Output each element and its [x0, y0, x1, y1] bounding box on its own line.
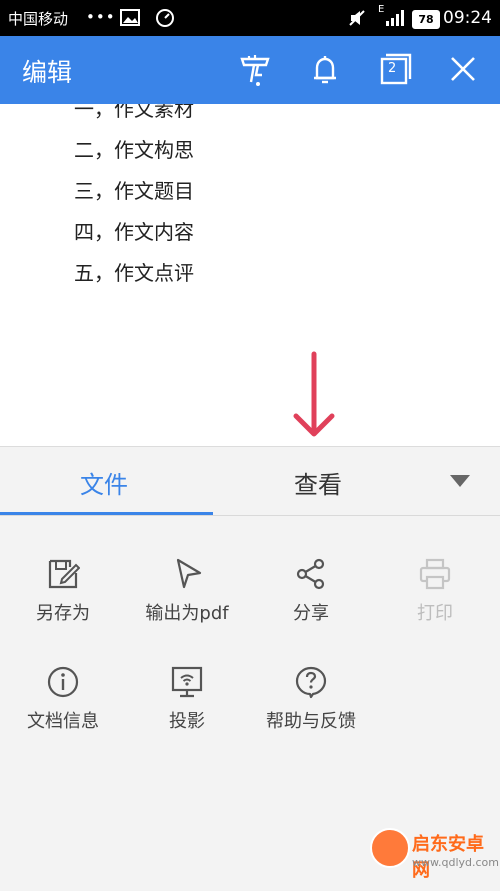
format-painter-icon — [240, 55, 270, 86]
carrier-name: 中国移动 — [8, 10, 69, 28]
help-icon — [295, 666, 327, 699]
expand-menu-button[interactable] — [450, 475, 470, 487]
save-as-button[interactable]: 另存为 — [0, 557, 128, 625]
outline-item: 五，作文点评 — [74, 261, 194, 285]
print-label: 打印 — [417, 603, 453, 624]
outline-item: 一，作文素材 — [74, 104, 194, 121]
projection-label: 投影 — [169, 711, 205, 732]
print-icon — [419, 558, 451, 590]
document-info-label: 文档信息 — [27, 711, 99, 732]
active-tab-indicator — [0, 512, 213, 515]
share-button[interactable]: 分享 — [246, 557, 376, 625]
watermark-url: www.qdlyd.com — [412, 856, 499, 869]
export-pdf-label: 输出为pdf — [145, 603, 229, 624]
gallery-icon — [120, 9, 140, 26]
close-button[interactable] — [444, 50, 484, 90]
tab-file[interactable]: 文件 — [80, 465, 128, 500]
app-bar: 编辑 2 — [0, 36, 500, 104]
export-pdf-button[interactable]: 输出为pdf — [122, 557, 252, 625]
outline-item: 二，作文构思 — [74, 138, 194, 162]
battery-level: 78 — [412, 10, 440, 29]
watermark: 启东安卓网 www.qdlyd.com — [370, 826, 500, 890]
projection-button[interactable]: 投影 — [122, 665, 252, 733]
page-title: 编辑 — [22, 58, 73, 87]
help-feedback-button[interactable]: 帮助与反馈 — [246, 665, 376, 733]
print-button[interactable]: 打印 — [370, 557, 500, 625]
bell-icon — [314, 56, 336, 84]
outline-item: 四，作文内容 — [74, 220, 194, 244]
projection-icon — [171, 666, 203, 698]
share-label: 分享 — [293, 603, 329, 624]
save-as-label: 另存为 — [36, 603, 90, 624]
network-type: E — [378, 4, 385, 15]
document-view[interactable]: 一，作文素材 二，作文构思 三，作文题目 四，作文内容 五，作文点评 — [0, 104, 500, 446]
document-info-button[interactable]: 文档信息 — [0, 665, 128, 733]
help-feedback-label: 帮助与反馈 — [266, 711, 356, 732]
info-icon — [47, 666, 79, 698]
format-painter-button[interactable] — [236, 50, 276, 90]
notifications-button[interactable] — [305, 50, 345, 90]
mute-icon — [349, 10, 365, 26]
speedometer-icon — [156, 9, 174, 27]
down-arrow-annotation — [293, 351, 335, 437]
menu-panel: 文件 查看 另存为 输出为pdf 分享 打印 文档信息 投影 帮助与反馈 — [0, 446, 500, 891]
tab-view[interactable]: 查看 — [294, 465, 342, 500]
share-icon — [296, 558, 325, 590]
close-icon — [451, 57, 475, 81]
status-bar: 中国移动 ••• E 78 09:24 — [0, 0, 500, 36]
outline-item: 三，作文题目 — [74, 179, 194, 203]
window-switch-button[interactable]: 2 — [374, 50, 414, 90]
export-pdf-icon — [176, 558, 202, 589]
clock: 09:24 — [443, 8, 492, 28]
tab-bar: 文件 查看 — [0, 447, 500, 516]
watermark-logo-icon — [370, 828, 410, 868]
notification-dots: ••• — [86, 8, 116, 26]
window-count: 2 — [388, 61, 397, 76]
signal-icon — [386, 10, 404, 26]
save-as-icon — [48, 559, 80, 589]
